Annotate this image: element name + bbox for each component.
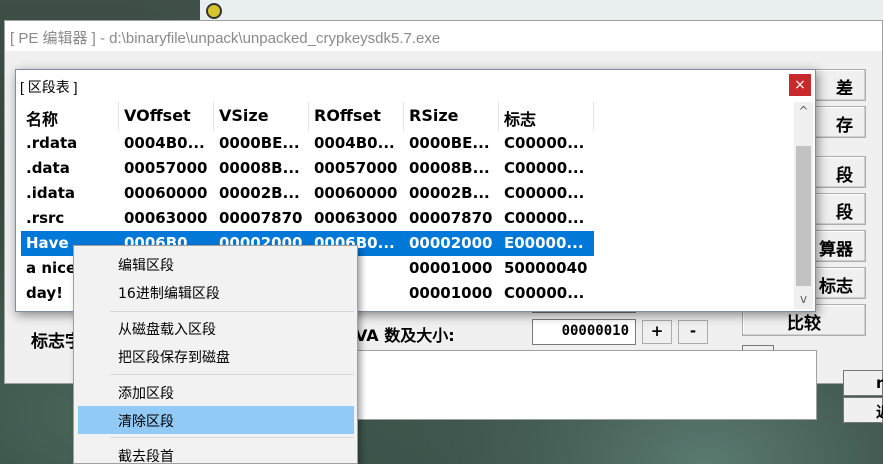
cell-name: .data	[26, 159, 70, 177]
column-header-name[interactable]: 名称	[21, 102, 119, 131]
edge-button-2[interactable]: 近	[843, 397, 883, 423]
cell-flags: C00000...	[504, 159, 585, 177]
app-icon	[206, 3, 222, 19]
rva-size-label: VA 数及大小:	[355, 326, 455, 345]
edge-button-1[interactable]: r	[843, 370, 883, 396]
context-menu: 编辑区段 16进制编辑区段 从磁盘载入区段 把区段保存到磁盘 添加区段 清除区段…	[73, 245, 358, 464]
cell-vsize: 0000BE...	[219, 134, 300, 152]
vertical-scrollbar[interactable]: ^ v	[794, 102, 813, 309]
scroll-down-icon[interactable]: v	[794, 290, 813, 309]
cell-vsize: 00007870	[219, 209, 303, 227]
menu-item-save-to-disk[interactable]: 把区段保存到磁盘	[78, 342, 354, 370]
table-row[interactable]: .rdata 0004B0... 0000BE... 0004B0... 0000BE.…	[21, 131, 594, 156]
cell-name: .idata	[26, 184, 75, 202]
cell-rsize: 0000BE...	[409, 134, 490, 152]
menu-item-load-from-disk[interactable]: 从磁盘载入区段	[78, 314, 354, 342]
decrement-button[interactable]: -	[678, 320, 708, 344]
table-row[interactable]: .idata 00060000 00002B... 00060000 00002B...…	[21, 181, 594, 206]
menu-item-hex-edit-section[interactable]: 16进制编辑区段	[78, 278, 354, 306]
menu-separator	[110, 374, 354, 375]
close-icon[interactable]: ×	[789, 74, 811, 96]
cell-voffset: 00057000	[124, 159, 208, 177]
cell-rsize: 00002B...	[409, 184, 490, 202]
menu-separator	[110, 311, 354, 312]
cell-rsize: 00001000	[409, 284, 493, 302]
cell-vsize: 00008B...	[219, 159, 300, 177]
menu-item-edit-section[interactable]: 编辑区段	[78, 250, 354, 278]
cell-voffset: 00060000	[124, 184, 208, 202]
column-header-flags[interactable]: 标志	[499, 102, 594, 131]
cell-name: .rdata	[26, 134, 78, 152]
background-window	[200, 0, 883, 22]
cell-roffset: 00060000	[314, 184, 398, 202]
cell-flags: 50000040	[504, 259, 588, 277]
column-header-rsize[interactable]: RSize	[404, 102, 499, 131]
rva-count-input[interactable]: 00000010	[532, 319, 636, 345]
table-row[interactable]: .data 00057000 00008B... 00057000 00008B... C…	[21, 156, 594, 181]
lower-panel	[350, 350, 817, 420]
pe-editor-title: [ PE 编辑器 ] - d:\binaryfile\unpack\unpack…	[5, 21, 882, 51]
cell-rsize: 00001000	[409, 259, 493, 277]
cell-flags: C00000...	[504, 184, 585, 202]
cell-flags: C00000...	[504, 209, 585, 227]
menu-separator	[110, 437, 354, 438]
cell-roffset: 00063000	[314, 209, 398, 227]
cell-flags: C00000...	[504, 134, 585, 152]
scroll-thumb[interactable]	[796, 146, 811, 286]
cell-flags: E00000...	[504, 234, 584, 252]
cell-voffset: 0004B0...	[124, 134, 205, 152]
cell-rsize: 00007870	[409, 209, 493, 227]
menu-item-truncate-header[interactable]: 截去段首	[78, 441, 354, 464]
cell-voffset: 00063000	[124, 209, 208, 227]
scroll-up-icon[interactable]: ^	[794, 102, 813, 121]
cell-rsize: 00008B...	[409, 159, 490, 177]
cell-rsize: 00002000	[409, 234, 493, 252]
column-header-roffset[interactable]: ROffset	[309, 102, 404, 131]
dialog-title: [ 区段表 ]	[20, 79, 78, 95]
cell-roffset: 0004B0...	[314, 134, 395, 152]
cell-flags: C00000...	[504, 284, 585, 302]
cell-name: .rsrc	[26, 209, 65, 227]
column-header-voffset[interactable]: VOffset	[119, 102, 214, 131]
menu-item-add-section[interactable]: 添加区段	[78, 378, 354, 406]
menu-item-clear-section[interactable]: 清除区段	[78, 406, 354, 434]
list-header: 名称 VOffset VSize ROffset RSize 标志	[21, 102, 794, 131]
cell-vsize: 00002B...	[219, 184, 300, 202]
table-row[interactable]: .rsrc 00063000 00007870 00063000 00007870 C00…	[21, 206, 594, 231]
increment-button[interactable]: +	[642, 320, 672, 344]
column-header-vsize[interactable]: VSize	[214, 102, 309, 131]
cell-roffset: 00057000	[314, 159, 398, 177]
